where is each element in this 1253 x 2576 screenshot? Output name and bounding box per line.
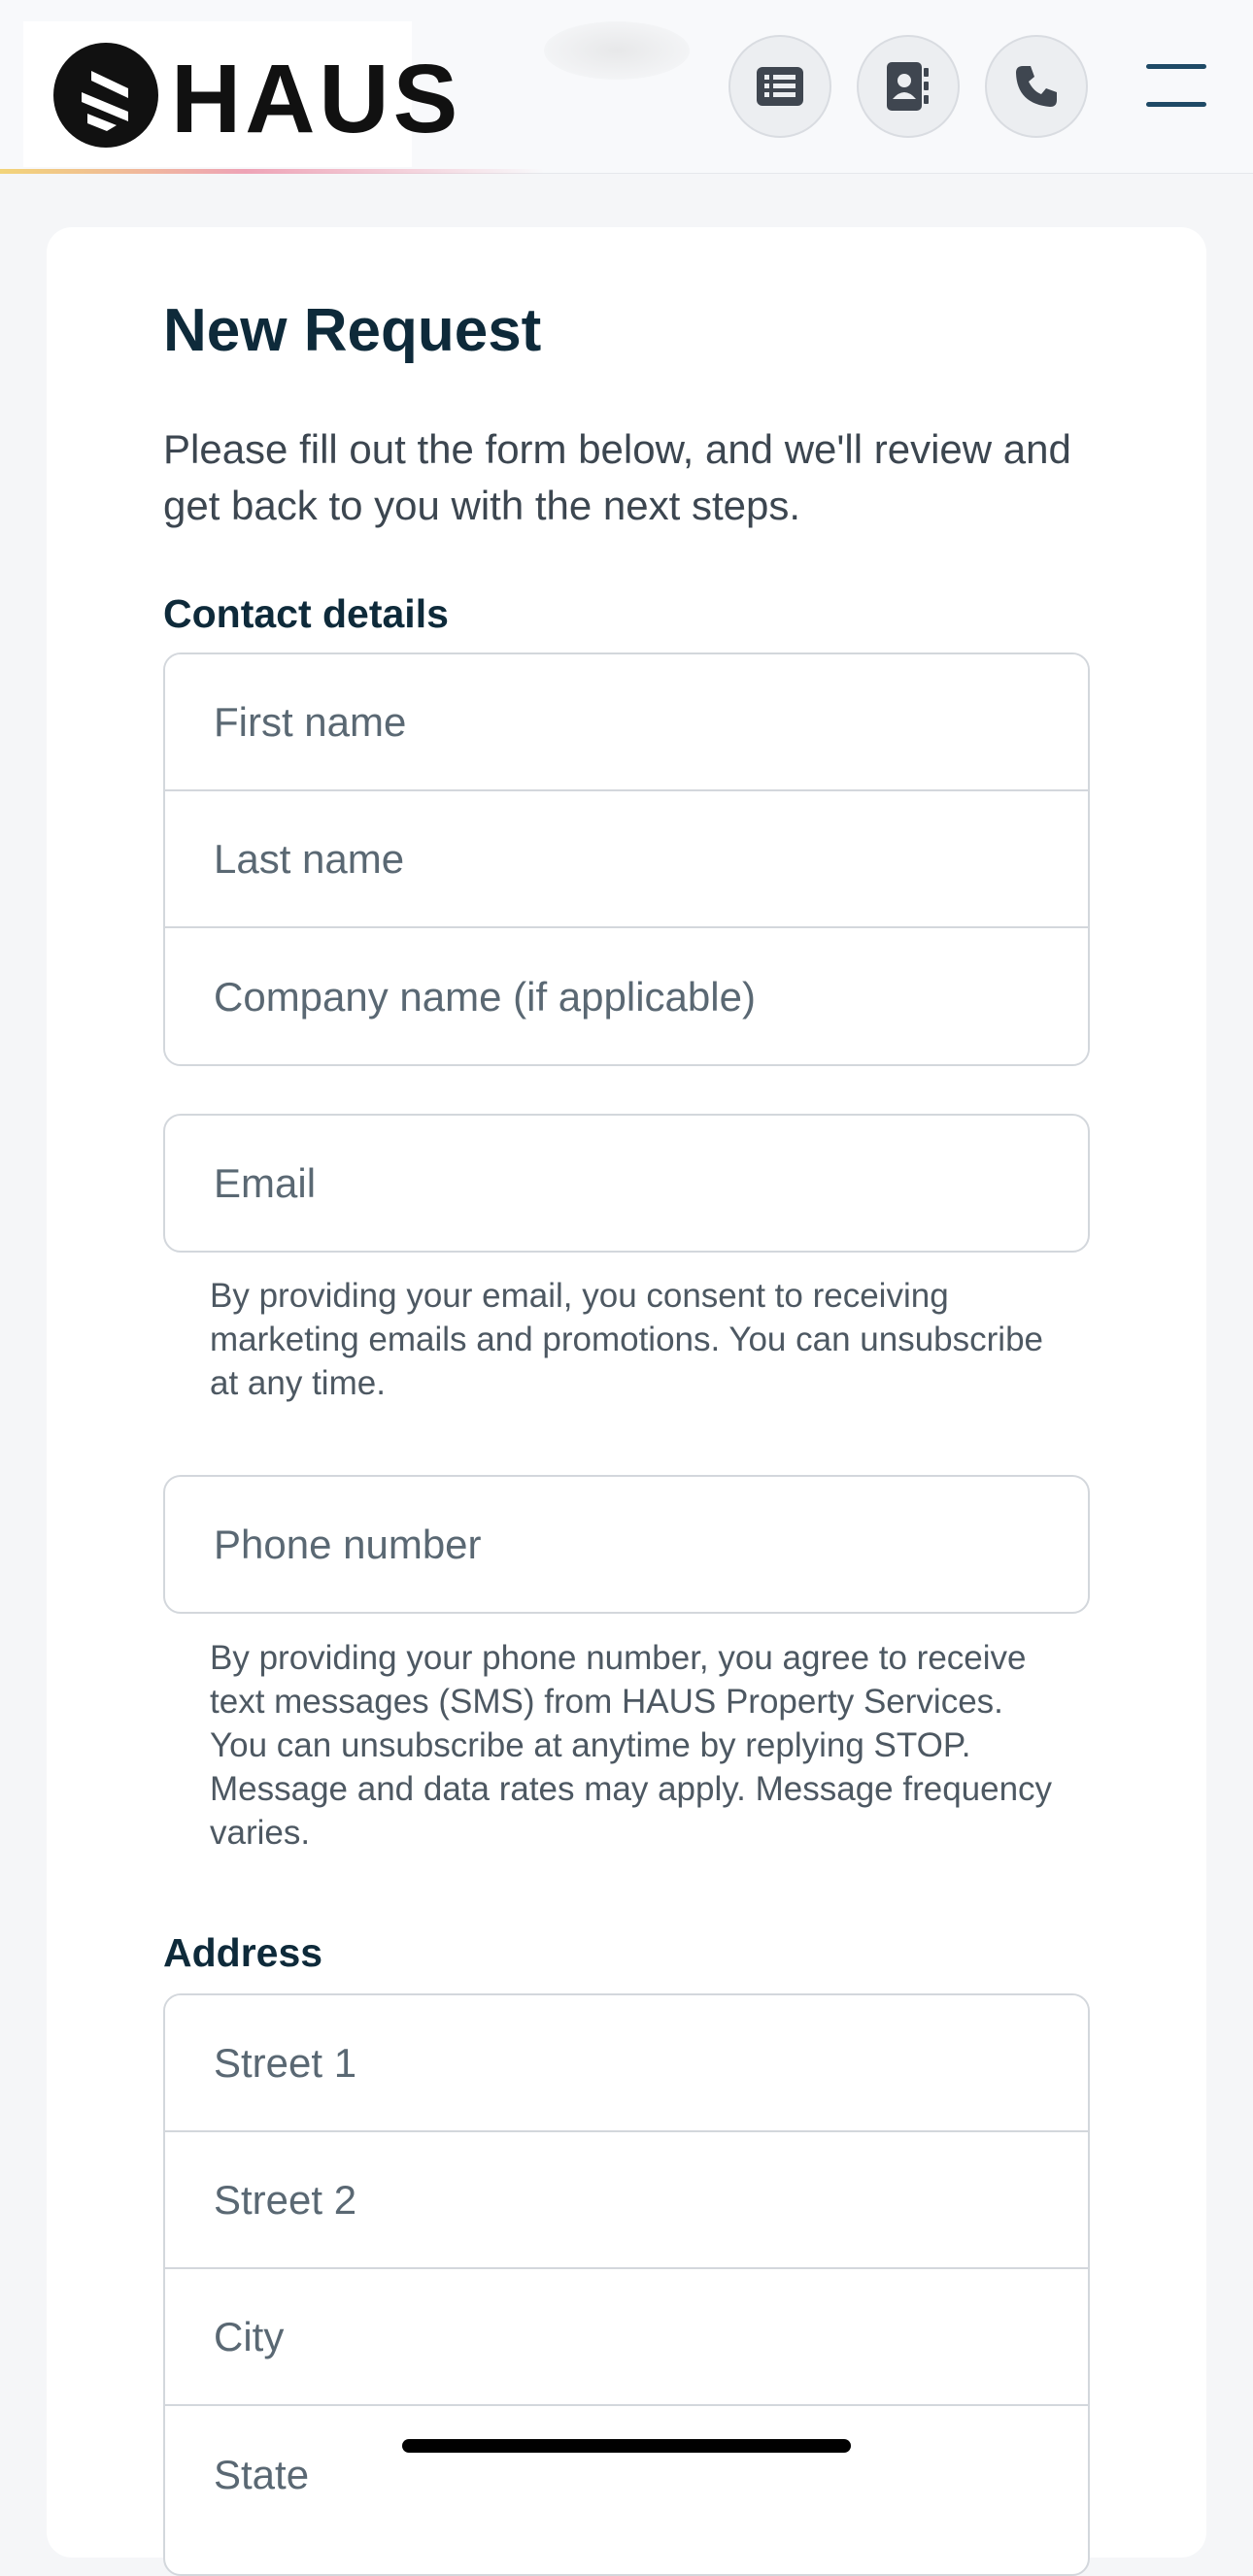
phone-input[interactable] [163, 1475, 1090, 1614]
street2-input[interactable] [165, 2132, 1088, 2269]
contact-name-group [163, 652, 1090, 1066]
city-input[interactable] [165, 2269, 1088, 2406]
first-name-input[interactable] [165, 654, 1088, 791]
background-smudge [544, 21, 690, 80]
form-intro: Please fill out the form below, and we'l… [163, 426, 1071, 528]
hamburger-menu-icon[interactable] [1146, 64, 1206, 107]
brand-wordmark: HAUS [171, 45, 462, 153]
home-indicator[interactable] [402, 2439, 851, 2453]
address-label: Address [163, 1930, 323, 1975]
requests-button[interactable] [728, 35, 831, 138]
last-name-input[interactable] [165, 791, 1088, 928]
phone-icon [1016, 66, 1057, 107]
contact-details-label: Contact details [163, 591, 449, 636]
call-button[interactable] [985, 35, 1088, 138]
address-group [163, 1993, 1090, 2576]
header-accent-line [0, 169, 544, 174]
site-header: HAUS [0, 0, 1253, 174]
list-icon [757, 67, 803, 106]
email-consent-text: By providing your email, you consent to … [210, 1277, 1043, 1402]
contact-book-icon [887, 62, 929, 111]
brand-logo[interactable]: HAUS [23, 21, 457, 167]
contact-button[interactable] [857, 35, 960, 138]
haus-logo-icon [53, 43, 158, 148]
phone-consent-text: By providing your phone number, you agre… [210, 1639, 1053, 1852]
company-name-input[interactable] [165, 928, 1088, 1064]
email-input[interactable] [163, 1114, 1090, 1253]
page-title: New Request [163, 297, 542, 364]
street1-input[interactable] [165, 1995, 1088, 2132]
state-input[interactable] [165, 2406, 1088, 2543]
